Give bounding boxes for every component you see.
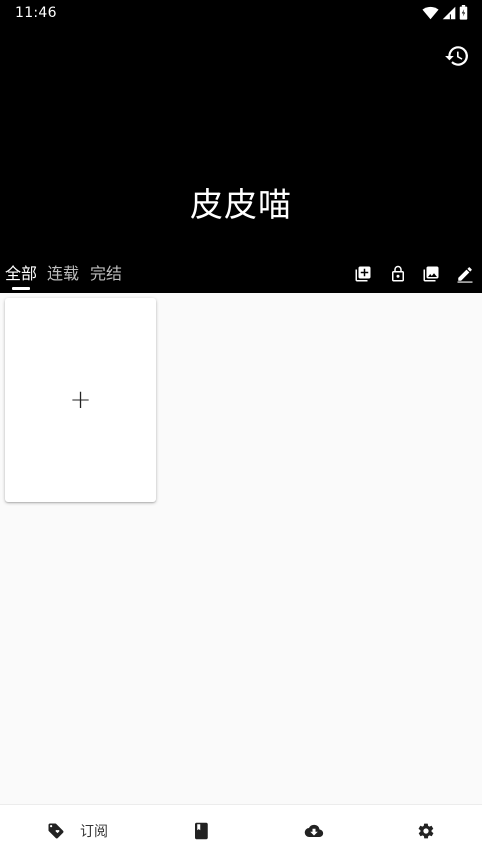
nav-subscribe[interactable]: 订阅 xyxy=(47,805,108,856)
add-icon: + xyxy=(69,385,92,415)
edit-icon xyxy=(457,267,473,283)
history-button[interactable] xyxy=(444,43,470,69)
photo-library-button[interactable] xyxy=(422,265,440,283)
photo-library-icon xyxy=(423,266,439,282)
cloud-download-icon xyxy=(304,824,324,838)
wifi-icon xyxy=(422,6,439,19)
tab-finished[interactable]: 完结 xyxy=(90,264,122,284)
book-icon xyxy=(195,822,208,840)
history-icon xyxy=(445,46,468,66)
add-subscription-card[interactable]: + xyxy=(5,298,156,502)
app-title: 皮皮喵 xyxy=(190,185,292,224)
nav-bookshelf[interactable] xyxy=(193,805,209,856)
status-icons xyxy=(422,5,468,20)
app-header: 11:46 皮皮喵 全部 连载 完结 xyxy=(0,0,482,293)
edit-button[interactable] xyxy=(456,265,474,283)
lock-button[interactable] xyxy=(389,265,407,283)
status-time: 11:46 xyxy=(15,5,57,21)
cell-signal-icon xyxy=(442,6,456,19)
tag-icon xyxy=(48,823,64,839)
nav-settings[interactable] xyxy=(417,805,435,856)
add-library-button[interactable] xyxy=(354,265,372,283)
tab-indicator xyxy=(12,287,30,290)
bottom-navigation: 订阅 xyxy=(0,804,482,856)
nav-download[interactable] xyxy=(304,805,324,856)
nav-subscribe-label: 订阅 xyxy=(80,824,108,840)
lock-icon xyxy=(392,265,404,282)
settings-icon xyxy=(418,823,434,839)
battery-icon xyxy=(459,5,468,20)
tab-ongoing[interactable]: 连载 xyxy=(47,264,79,284)
library-add-icon xyxy=(355,266,371,282)
tab-all[interactable]: 全部 xyxy=(5,264,37,284)
